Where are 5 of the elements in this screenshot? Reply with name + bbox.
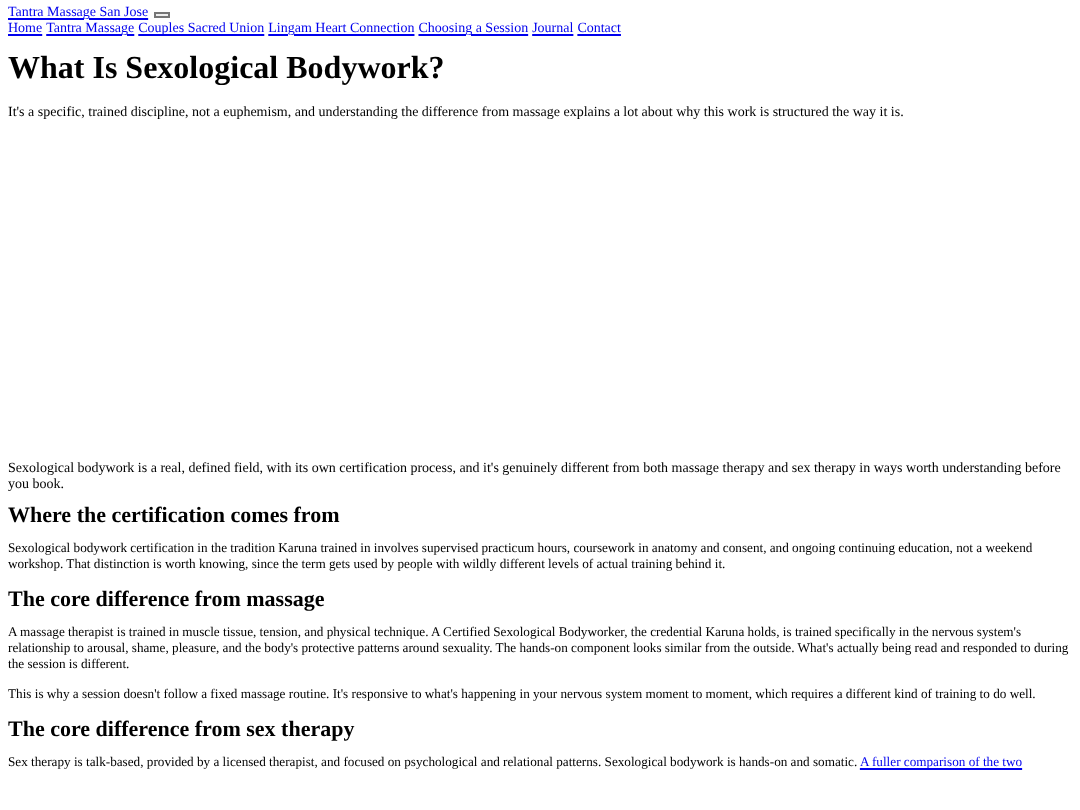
menu-button[interactable] — [154, 12, 171, 18]
section-heading: Where the certification comes from — [8, 504, 342, 530]
page-title: What Is Sexological Bodywork? — [8, 52, 447, 88]
section-heading: The core difference from massage — [8, 588, 327, 614]
section-heading: The core difference from sex therapy — [8, 718, 357, 744]
